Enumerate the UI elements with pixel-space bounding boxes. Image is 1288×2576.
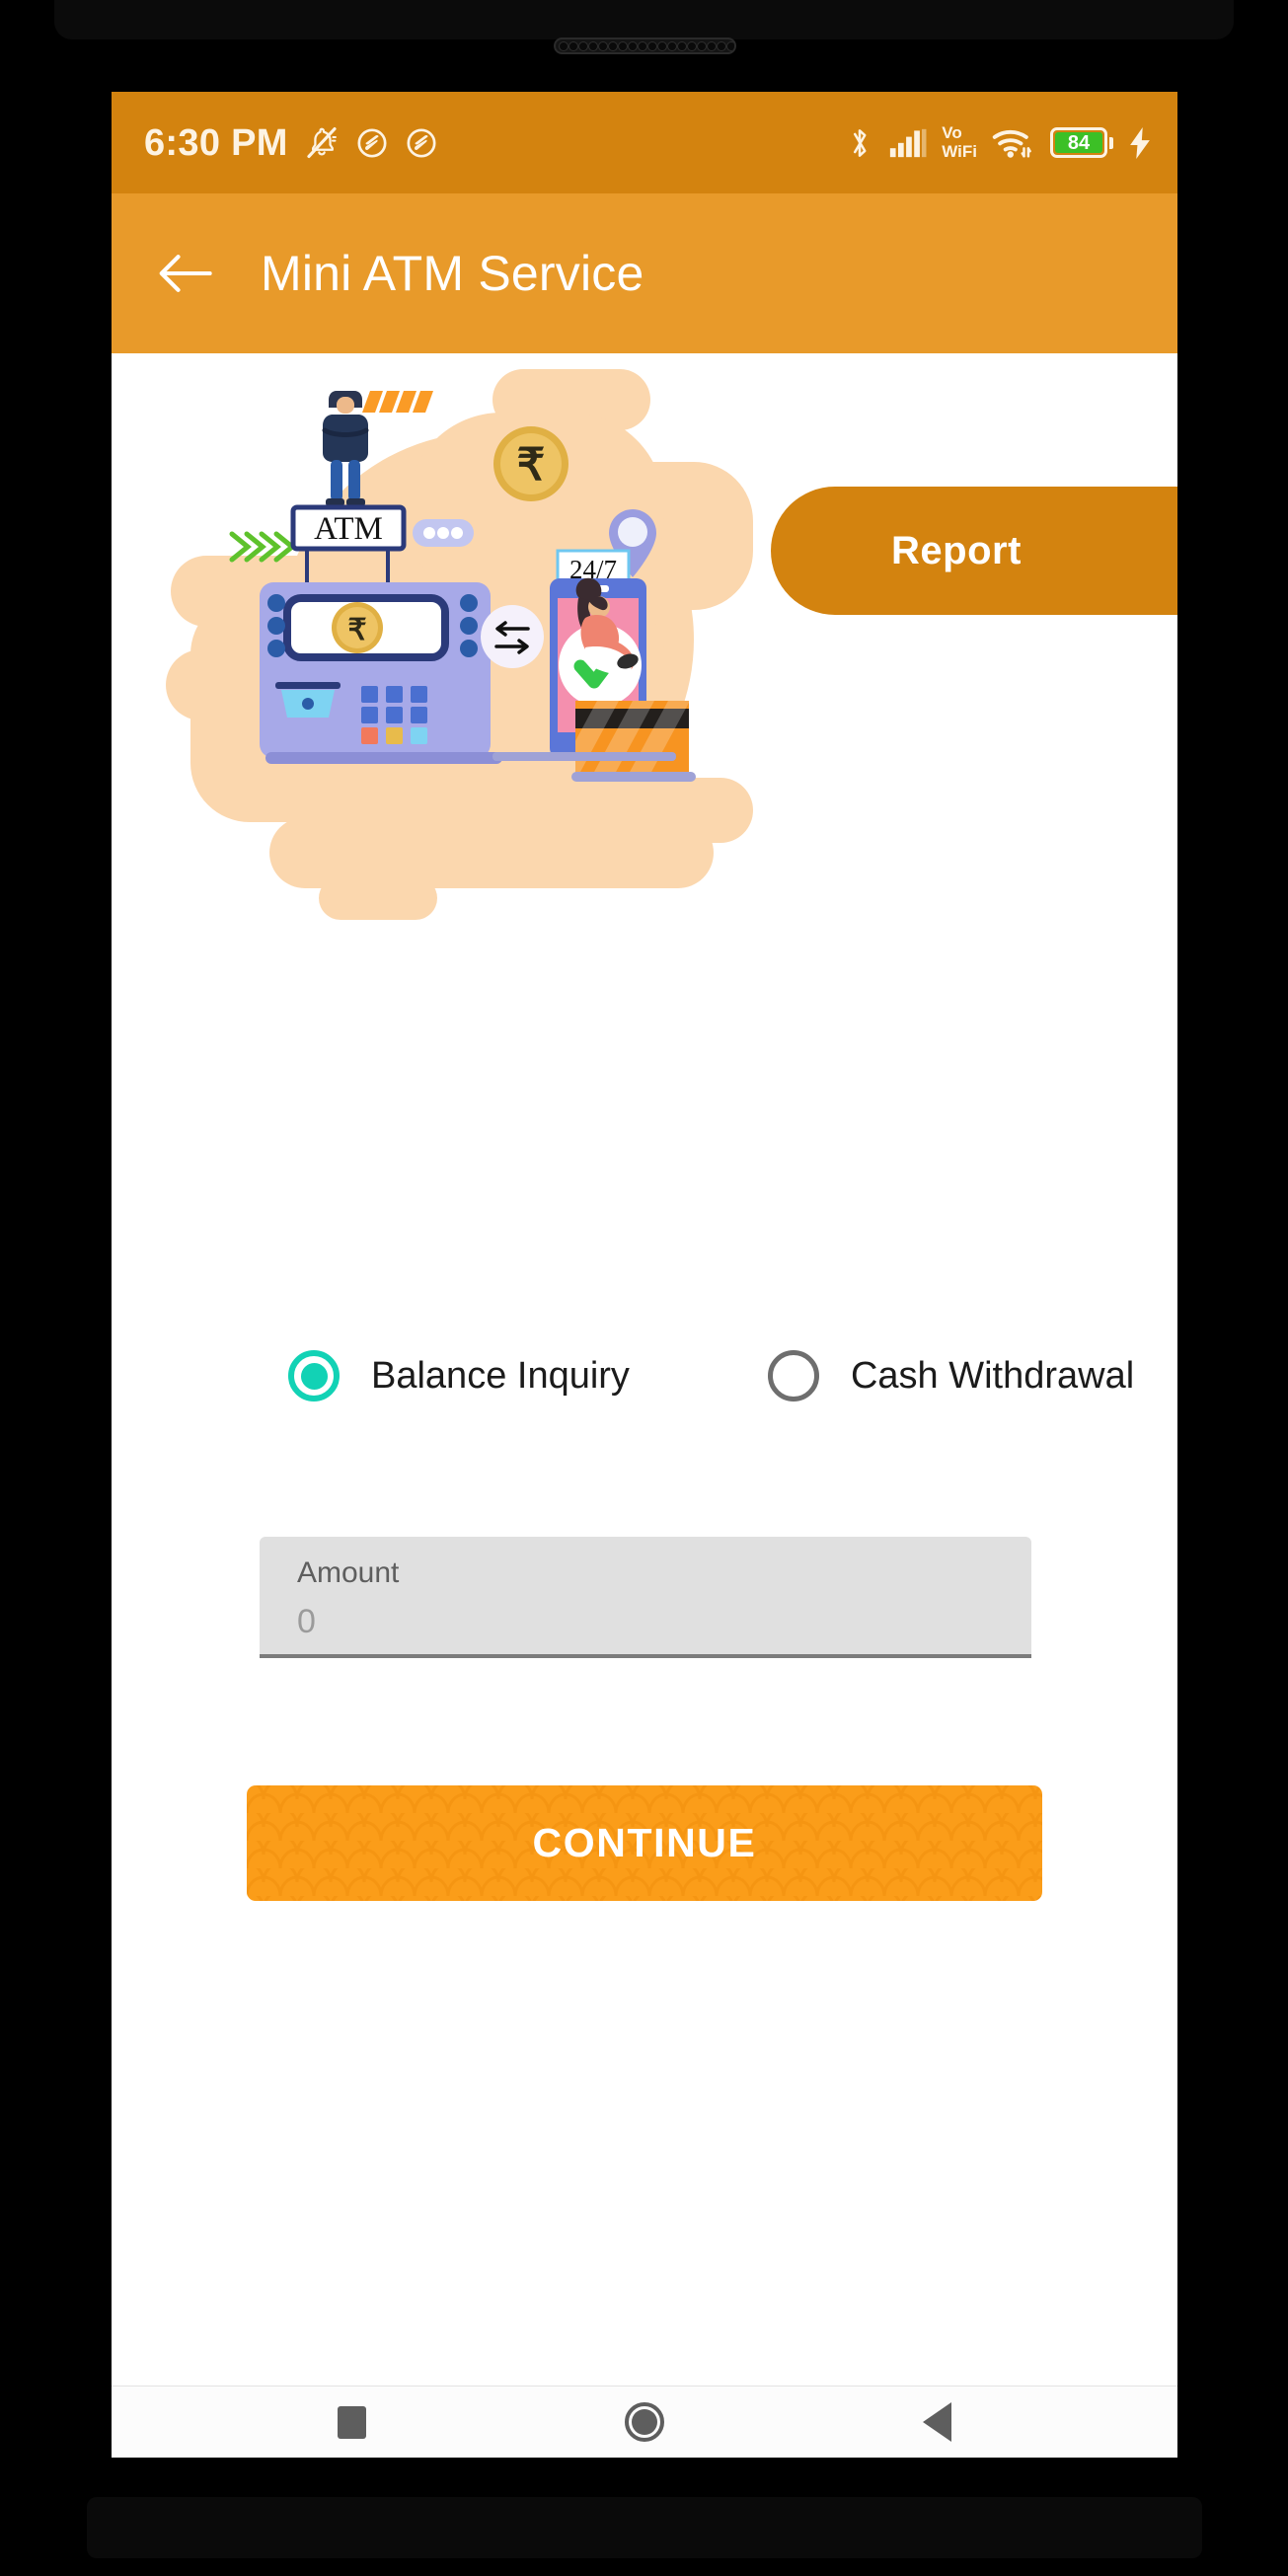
grille-hole <box>628 40 638 51</box>
nav-recents-button[interactable] <box>309 2387 394 2459</box>
battery-cap <box>1109 136 1113 149</box>
grille-hole <box>568 40 578 51</box>
nav-home-button[interactable] <box>602 2387 687 2459</box>
atm-machine: ₹ <box>260 582 502 764</box>
orange-dashes-decor <box>362 391 433 413</box>
radio-option-balance-inquiry[interactable]: Balance Inquiry <box>288 1350 630 1402</box>
service-type-radio-group: Balance Inquiry Cash Withdrawal <box>112 1350 1177 1402</box>
grille-hole <box>598 40 608 51</box>
android-navigation-bar <box>112 2386 1177 2458</box>
phone-top-bezel <box>54 0 1234 39</box>
do-not-disturb-icon <box>407 127 436 158</box>
transfer-arrows-icon <box>481 605 544 668</box>
back-arrow-icon <box>159 255 212 292</box>
grille-hole <box>588 40 598 51</box>
phone-screen: 6:30 PM Vo WiFi 84 Mini ATM Service ₹ AT… <box>112 92 1177 2458</box>
amount-input-placeholder: 0 <box>297 1603 316 1640</box>
home-circle-icon <box>624 2402 664 2442</box>
continue-button-label: CONTINUE <box>532 1820 757 1865</box>
wifi-icon <box>992 129 1031 158</box>
amount-input-field[interactable]: Amount 0 <box>260 1537 1031 1658</box>
report-button-label: Report <box>891 528 1022 572</box>
cellular-signal-icon <box>890 128 927 157</box>
radio-cash-withdrawal-indicator[interactable] <box>767 1350 819 1402</box>
grille-hole <box>618 40 628 51</box>
grille-hole <box>697 40 707 51</box>
earpiece-speaker-grille <box>554 38 736 54</box>
credit-card-orange <box>571 701 696 782</box>
bell-muted-icon <box>307 126 337 158</box>
main-content: ₹ ATM ₹ 24/7 Report Balance Inquiry Cash… <box>112 353 1177 2386</box>
volte-wifi-indicator: Vo WiFi <box>942 124 977 160</box>
bluetooth-icon <box>854 128 867 157</box>
amount-field-label: Amount <box>297 1556 400 1589</box>
phone-bottom-bezel <box>87 2497 1202 2558</box>
grille-hole <box>559 40 568 51</box>
nav-back-button[interactable] <box>895 2387 980 2459</box>
svg-text:ATM: ATM <box>314 511 383 547</box>
recents-square-icon <box>337 2405 366 2439</box>
grille-hole <box>647 40 657 51</box>
do-not-disturb-icon <box>357 127 387 158</box>
status-bar-left-group: 6:30 PM <box>144 124 438 162</box>
grille-hole <box>717 40 726 51</box>
radio-selected-dot <box>300 1362 328 1390</box>
grille-hole <box>687 40 697 51</box>
charging-bolt-icon <box>1130 126 1150 159</box>
phone-frame: 6:30 PM Vo WiFi 84 Mini ATM Service ₹ AT… <box>0 0 1288 2576</box>
grille-hole <box>707 40 717 51</box>
status-clock: 6:30 PM <box>144 121 288 164</box>
status-bar-right-group: Vo WiFi 84 <box>845 124 1152 162</box>
chat-dots-icon <box>413 519 474 547</box>
continue-button[interactable]: CONTINUE <box>247 1785 1042 1901</box>
grille-hole <box>608 40 618 51</box>
svg-text:₹: ₹ <box>347 614 366 646</box>
svg-text:₹: ₹ <box>517 440 546 490</box>
grille-hole <box>667 40 677 51</box>
radio-option-label: Cash Withdrawal <box>850 1354 1135 1397</box>
status-bar: 6:30 PM Vo WiFi 84 <box>112 92 1177 193</box>
grille-hole <box>677 40 687 51</box>
radio-option-cash-withdrawal[interactable]: Cash Withdrawal <box>767 1350 1135 1402</box>
radio-balance-inquiry-indicator[interactable] <box>288 1350 340 1402</box>
rupee-coin-floating: ₹ <box>493 426 568 501</box>
grille-hole <box>638 40 647 51</box>
grille-hole <box>726 40 734 51</box>
grille-hole <box>657 40 667 51</box>
page-title: Mini ATM Service <box>261 246 644 301</box>
volte-label-vo: Vo <box>942 123 962 143</box>
battery-percent-label: 84 <box>1067 131 1091 154</box>
radio-option-label: Balance Inquiry <box>371 1354 630 1397</box>
battery-indicator: 84 <box>1050 127 1113 158</box>
back-triangle-icon <box>923 2402 952 2442</box>
app-bar: Mini ATM Service <box>112 193 1177 353</box>
grille-hole <box>578 40 588 51</box>
mini-atm-illustration: ₹ ATM ₹ 24/7 <box>112 353 1177 965</box>
back-button[interactable] <box>149 237 222 310</box>
ground-shadow <box>492 752 676 761</box>
report-button[interactable]: Report <box>771 487 1177 615</box>
volte-label-wifi: WiFi <box>942 141 977 161</box>
